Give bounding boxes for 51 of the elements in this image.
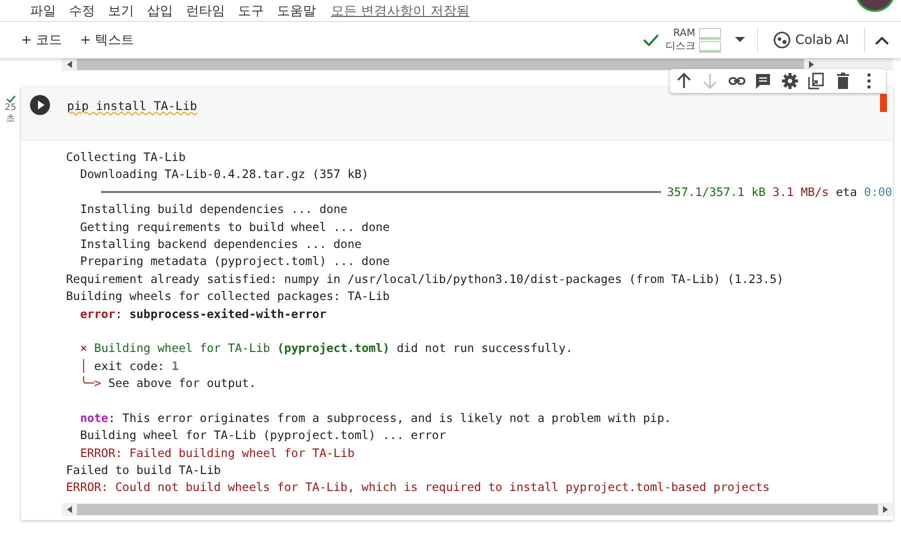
output-line: ERROR: Failed building wheel for TA-Lib bbox=[79, 444, 356, 462]
menu-item[interactable]: 삽입 bbox=[147, 3, 173, 21]
scroll-right-icon[interactable] bbox=[809, 61, 814, 68]
usage-graph-icon bbox=[699, 40, 722, 52]
output-line: error: subprocess-exited-with-error bbox=[79, 306, 328, 323]
menu-item[interactable]: 수정 bbox=[69, 3, 95, 21]
chevron-up-icon[interactable] bbox=[875, 36, 889, 44]
add-cell-button[interactable]: + 코드 bbox=[16, 27, 68, 53]
colab-ai-button[interactable]: Colab AI bbox=[763, 27, 859, 53]
output-line: ERROR: Could not build wheels for TA-Lib, which is required to install pyproject.toml-based projects bbox=[66, 479, 771, 496]
execution-time: 25 bbox=[4, 103, 16, 114]
face-icon bbox=[773, 31, 792, 49]
output-line: Building wheel for TA-Lib (pyproject.toml) ... error bbox=[79, 427, 447, 444]
output-line: Getting requirements to build wheel ... done bbox=[79, 218, 391, 236]
arrow-up-icon[interactable] bbox=[674, 72, 692, 90]
horizontal-scrollbar[interactable] bbox=[62, 58, 893, 71]
time-unit: 초 bbox=[6, 114, 15, 125]
menu-item[interactable]: 도구 bbox=[238, 3, 264, 21]
resource-label: 디스크 bbox=[665, 40, 696, 52]
menu-item[interactable]: 도움말 bbox=[277, 3, 316, 21]
output-line: Installing build dependencies ... done bbox=[79, 201, 348, 218]
horizontal-scrollbar[interactable] bbox=[62, 502, 893, 516]
output-line: │ exit code: 1 bbox=[79, 358, 180, 375]
output-line: Downloading TA-Lib-0.4.28.tar.gz (357 kB) bbox=[79, 166, 370, 184]
scroll-right-icon[interactable] bbox=[883, 506, 888, 513]
output-line: Preparing metadata (pyproject.toml) ... done bbox=[79, 253, 391, 270]
output-line: Installing backend dependencies ... done bbox=[79, 236, 363, 253]
settings-icon[interactable] bbox=[780, 72, 798, 90]
cell-indicator bbox=[880, 94, 887, 112]
output-line: Requirement already satisfied: numpy in /usr/local/lib/python3.10/dist-packages (from TA-Lib) (1.23.5) bbox=[66, 270, 785, 288]
output-line: Collecting TA-Lib bbox=[66, 149, 187, 166]
menu-item[interactable]: 보기 bbox=[108, 3, 134, 21]
save-status-link[interactable]: 모든 변경사항이 저장됨 bbox=[331, 3, 470, 21]
output-line: × Building wheel for TA-Lib (pyproject.toml) did not run successfully. bbox=[79, 340, 574, 358]
caret-icon[interactable] bbox=[735, 37, 746, 43]
code-line: pip install TA-Lib bbox=[67, 99, 198, 113]
run-button[interactable] bbox=[30, 95, 50, 115]
output-line: ╰─> See above for output. bbox=[79, 375, 257, 392]
output-line: Building wheels for collected packages: TA-Lib bbox=[66, 288, 391, 306]
output-line: note: This error originates from a subprocess, and is likely not a problem with pip. bbox=[79, 410, 672, 427]
output-line: Failed to build TA-Lib bbox=[66, 462, 222, 480]
menu-item[interactable]: 런타임 bbox=[186, 3, 225, 21]
resource-label: RAM bbox=[673, 28, 696, 40]
menu-item[interactable]: 파일 bbox=[30, 3, 56, 21]
progress-line: 357.1/357.1 kB 3.1 MB/s eta 0:00 bbox=[66, 184, 893, 202]
mirror-cell-icon[interactable] bbox=[807, 72, 825, 90]
scroll-left-icon[interactable] bbox=[67, 61, 72, 68]
usage-graph-icon bbox=[699, 28, 722, 40]
scroll-left-icon[interactable] bbox=[67, 506, 72, 513]
add-cell-button[interactable]: + 텍스트 bbox=[75, 27, 140, 53]
comment-icon[interactable] bbox=[754, 72, 772, 90]
